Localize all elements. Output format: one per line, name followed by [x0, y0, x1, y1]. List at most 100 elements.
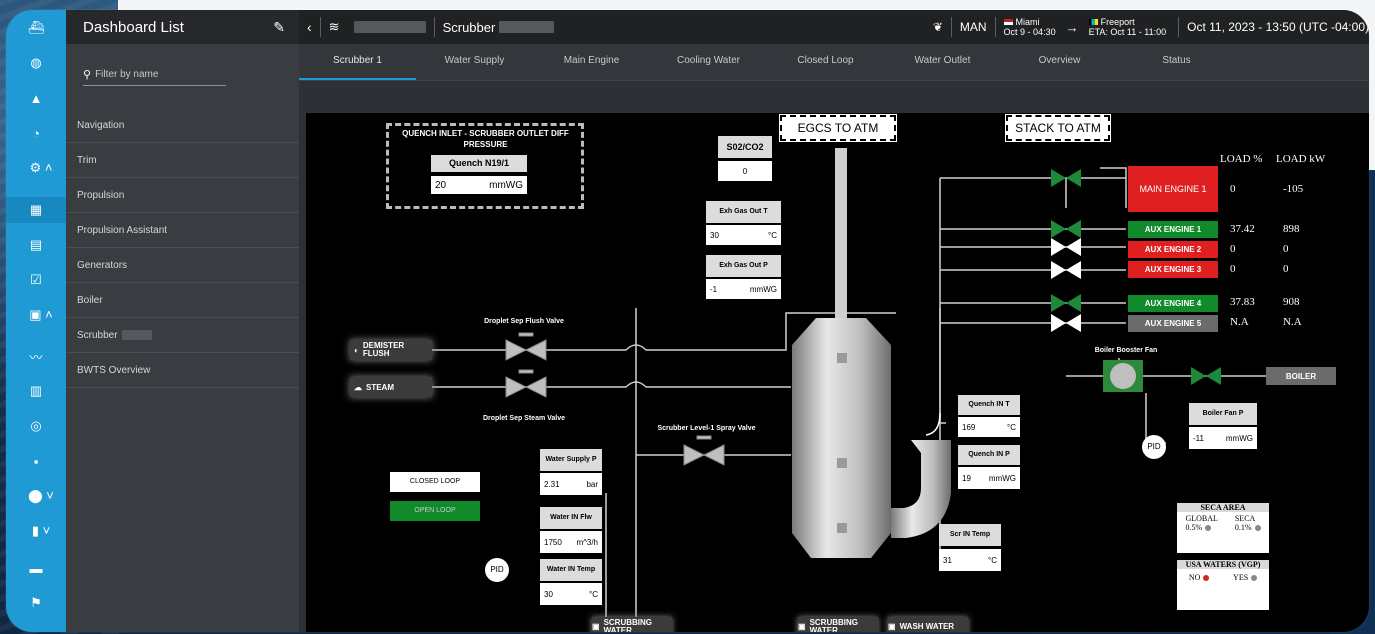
image-icon[interactable]: ▣ ˄ — [21, 302, 61, 328]
dashboard-icon[interactable]: ▦ — [6, 197, 66, 223]
location-icon[interactable]: ⬤ ˅ — [21, 483, 61, 509]
scrubbing-water-2[interactable]: ▣ SCRUBBING WATER — [798, 617, 878, 632]
sidebar-item-navigation[interactable]: Navigation — [66, 108, 299, 143]
from-port: Miami — [1015, 17, 1040, 27]
spray-valve-label: Scrubber Level-1 Spray Valve — [657, 425, 756, 432]
aux-engine-5[interactable]: AUX ENGINE 5 — [1128, 315, 1218, 332]
boiler-fan-label: Boiler Booster Fan — [1094, 347, 1158, 354]
aux-engine-5-pct: N.A — [1230, 316, 1249, 328]
steam-button[interactable]: ☁ STEAM — [350, 377, 432, 397]
sidebar-item-boiler[interactable]: Boiler — [66, 283, 299, 318]
bar-chart-icon[interactable]: ▮ ˅ — [21, 518, 61, 544]
quench-t-value: 169 — [962, 422, 976, 432]
wash-water[interactable]: ▣ WASH WATER — [888, 617, 968, 632]
aux-engine-4[interactable]: AUX ENGINE 4 — [1128, 295, 1218, 312]
filter-input[interactable]: ⚲ Filter by name — [83, 68, 226, 86]
pid-button-2[interactable]: PID — [485, 558, 509, 582]
aux-engine-1-pct: 37.42 — [1230, 223, 1255, 235]
ws-p-box: 2.31 bar — [540, 473, 602, 495]
sidebar-item-bwts-overview[interactable]: BWTS Overview — [66, 353, 299, 388]
exh-t-unit: °C — [768, 230, 777, 240]
table-icon[interactable]: ▤ — [21, 232, 51, 258]
scr-t-label: Scr IN Temp — [939, 524, 1001, 546]
engine-icon[interactable]: ⚙ ˄ — [21, 155, 61, 181]
box-icon[interactable]: ▪ — [21, 448, 51, 474]
sidebar-item-trim[interactable]: Trim — [66, 143, 299, 178]
to-port: Freeport — [1100, 17, 1135, 27]
pid-button[interactable]: PID — [1142, 435, 1166, 459]
page-title: Scrubber — [442, 19, 496, 35]
globe-icon[interactable]: ◍ — [21, 50, 51, 76]
tab-main-engine[interactable]: Main Engine — [533, 44, 650, 80]
bell-icon[interactable]: ▲ — [21, 85, 51, 111]
sidebar-item-generators[interactable]: Generators — [66, 248, 299, 283]
exh-t-label: Exh Gas Out T — [706, 201, 781, 223]
departure: Miami Oct 9 - 04:30 — [1003, 17, 1056, 37]
search-icon: ⚲ — [83, 69, 92, 81]
open-loop-button[interactable]: OPEN LOOP — [390, 501, 480, 521]
sidebar-title: Dashboard List — [83, 18, 184, 36]
tab-closed-loop[interactable]: Closed Loop — [767, 44, 884, 80]
tab-overview[interactable]: Overview — [1001, 44, 1118, 80]
usa-title: USA WATERS (VGP) — [1177, 560, 1269, 569]
sidebar-header: Dashboard List ✎ — [66, 10, 299, 44]
sidebar-item-propulsion-assistant[interactable]: Propulsion Assistant — [66, 213, 299, 248]
separator — [994, 17, 996, 37]
scrubbing-water-1[interactable]: ▣ SCRUBBING WATER — [592, 617, 672, 632]
ship-icon[interactable]: ⛴ — [21, 15, 51, 41]
win-t-value: 30 — [544, 589, 553, 599]
aux-engine-4-pct: 37.83 — [1230, 296, 1255, 308]
aux-engine-1[interactable]: AUX ENGINE 1 — [1128, 221, 1218, 238]
win-flw-label: Water IN Flw — [540, 507, 602, 529]
tab-water-supply[interactable]: Water Supply — [416, 44, 533, 80]
book-icon[interactable]: ▥ — [21, 378, 51, 404]
chevron-left-icon[interactable]: ‹ — [307, 19, 312, 35]
global-indicator — [1205, 525, 1212, 532]
no-indicator — [1203, 575, 1210, 582]
icon-rail: ⛴ ◍ ▲ ◔ ⚙ ˄ ▦ ▤ ☑ ▣ ˄ 〰 ▥ ◎ ▪ ⬤ ˅ ▮ ˅ ▬ … — [6, 10, 66, 632]
tab-water-outlet[interactable]: Water Outlet — [884, 44, 1001, 80]
seca-label: SECA — [1234, 514, 1256, 523]
wash-water-label: WASH WATER — [899, 622, 955, 631]
redacted-title — [499, 21, 555, 33]
scr-t-box: 31 °C — [939, 549, 1001, 571]
egcs-label: EGCS TO ATM — [779, 114, 897, 142]
target-icon[interactable]: ◎ — [21, 413, 51, 439]
edit-icon[interactable]: ✎ — [273, 19, 285, 36]
scrubbing-water-1-label: SCRUBBING WATER — [603, 618, 653, 633]
load-pct-header: LOAD % — [1220, 153, 1263, 165]
ws-p-unit: bar — [586, 479, 598, 489]
flag-icon[interactable]: ⚑ — [21, 590, 51, 616]
tab-status[interactable]: Status — [1118, 44, 1235, 80]
document-icon[interactable]: ▬ — [21, 555, 51, 581]
quench-label: Quench N19/1 — [431, 155, 527, 172]
yes-label: YES — [1233, 573, 1249, 582]
separator — [950, 17, 952, 37]
demister-flush-button[interactable]: ◐ DEMISTER FLUSH — [350, 340, 432, 360]
exh-t-value: 30 — [710, 230, 719, 240]
main-engine-1[interactable]: MAIN ENGINE 1 — [1128, 166, 1218, 212]
sidebar-item-scrubber[interactable]: Scrubber — [66, 318, 299, 353]
bahamas-flag-icon — [1088, 19, 1098, 25]
pump-icon: ▣ — [592, 622, 600, 631]
tab-scrubber-1[interactable]: Scrubber 1 — [299, 44, 416, 80]
quench-t-box: 169 °C — [958, 417, 1020, 437]
check-icon[interactable]: ☑ — [21, 267, 51, 293]
trend-icon[interactable]: 〰 — [21, 343, 51, 369]
closed-loop-button[interactable]: CLOSED LOOP — [390, 472, 480, 492]
aux-engine-1-kw: 898 — [1283, 223, 1300, 235]
us-flag-icon — [1003, 19, 1013, 25]
exh-t-box: 30 °C — [706, 225, 781, 245]
aux-engine-2[interactable]: AUX ENGINE 2 — [1128, 241, 1218, 258]
aux-engine-3[interactable]: AUX ENGINE 3 — [1128, 261, 1218, 278]
boiler-fan-p-unit: mmWG — [1225, 433, 1253, 443]
steam-label: STEAM — [366, 382, 394, 392]
sidebar-item-propulsion[interactable]: Propulsion — [66, 178, 299, 213]
tab-cooling-water[interactable]: Cooling Water — [650, 44, 767, 80]
win-t-unit: °C — [589, 589, 598, 599]
spinner-icon: ◐ — [354, 345, 359, 355]
boiler-fan-p-value: -11 — [1193, 433, 1204, 443]
gauge-icon[interactable]: ◔ — [21, 120, 51, 146]
boiler-button[interactable]: BOILER — [1266, 367, 1336, 385]
stack-label: STACK TO ATM — [1005, 114, 1111, 142]
